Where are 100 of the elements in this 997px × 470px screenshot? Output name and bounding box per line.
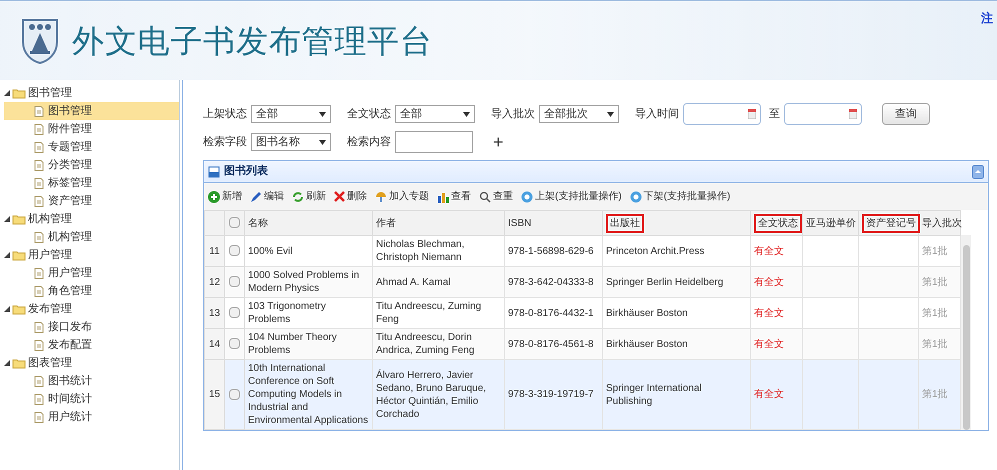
tree-item-label: 发布配置: [48, 338, 92, 353]
tree-item[interactable]: 用户统计: [4, 408, 179, 426]
scrollbar[interactable]: [961, 235, 971, 430]
filter-label: 检索内容: [347, 134, 391, 150]
column-header[interactable]: 资产登记号: [862, 214, 920, 232]
dropdown-arrow-icon[interactable]: [319, 140, 326, 144]
tree-group-label[interactable]: 发布管理: [28, 300, 72, 318]
tree-item[interactable]: 发布配置: [4, 336, 179, 354]
tree-item[interactable]: 用户管理: [4, 264, 179, 282]
plus-icon: [208, 190, 220, 202]
filter-label: 检索字段: [203, 134, 247, 150]
tree-item[interactable]: 标签管理: [4, 174, 179, 192]
tree-group-label[interactable]: 机构管理: [28, 210, 72, 228]
checkbox[interactable]: [229, 388, 240, 400]
dropdown[interactable]: 图书名称: [251, 133, 331, 151]
tree-item[interactable]: 附件管理: [4, 120, 179, 138]
document-icon: [34, 178, 44, 188]
folder-icon: [12, 304, 26, 314]
expanded-arrow-icon[interactable]: [4, 90, 10, 96]
document-icon: [34, 394, 44, 404]
folder-icon: [12, 358, 26, 368]
document-icon: [34, 124, 44, 134]
document-icon: [34, 340, 44, 350]
tree-group-label[interactable]: 用户管理: [28, 246, 72, 264]
row-number: 11: [204, 236, 224, 266]
toolbar-button[interactable]: 编辑: [250, 189, 284, 204]
folder-icon: [12, 88, 26, 98]
tree-item[interactable]: 专题管理: [4, 138, 179, 156]
date-field[interactable]: [683, 103, 761, 125]
table-cell: 978-3-319-19719-7: [504, 360, 602, 430]
dropdown[interactable]: 全部批次: [539, 105, 619, 123]
toolbar-button[interactable]: 加入专题: [375, 189, 429, 204]
filter-label: 上架状态: [203, 106, 247, 122]
toolbar-button[interactable]: 删除: [334, 189, 367, 204]
row-number: 15: [204, 360, 224, 430]
dropdown-arrow-icon[interactable]: [463, 112, 470, 116]
tree-item-label: 图书统计: [48, 374, 92, 389]
tree-item[interactable]: 图书统计: [4, 372, 179, 390]
row-number: 13: [204, 298, 224, 328]
search-content-field[interactable]: [395, 131, 473, 153]
checkbox[interactable]: [229, 245, 240, 256]
checkbox[interactable]: [229, 217, 240, 228]
column-header[interactable]: 出版社: [606, 214, 644, 232]
collapse-icon[interactable]: [972, 164, 984, 178]
expanded-arrow-icon[interactable]: [4, 252, 10, 258]
tree-item[interactable]: 分类管理: [4, 156, 179, 174]
tree-item[interactable]: 接口发布: [4, 318, 179, 336]
tree-item-label: 角色管理: [48, 284, 92, 299]
tree-group-label[interactable]: 图表管理: [28, 354, 72, 372]
document-icon: [34, 286, 44, 296]
tree-item[interactable]: 时间统计: [4, 390, 179, 408]
folder-icon: [12, 214, 26, 224]
tree-group-label[interactable]: 图书管理: [28, 84, 72, 102]
tree-item[interactable]: 图书管理: [4, 102, 179, 120]
tree-item-label: 机构管理: [48, 230, 92, 245]
checkbox[interactable]: [229, 276, 240, 288]
document-icon: [34, 142, 44, 152]
expanded-arrow-icon[interactable]: [4, 360, 10, 366]
expanded-arrow-icon[interactable]: [4, 306, 10, 312]
document-icon: [34, 232, 44, 242]
table-cell: Springer International Publishing: [602, 360, 750, 430]
tree-item[interactable]: 资产管理: [4, 192, 179, 210]
checkbox[interactable]: [229, 307, 240, 318]
toolbar-button[interactable]: 下架(支持批量操作): [630, 189, 730, 204]
checkbox[interactable]: [229, 338, 240, 350]
toolbar-button[interactable]: 新增: [208, 189, 242, 204]
dropdown-arrow-icon[interactable]: [607, 112, 614, 116]
logout-link[interactable]: 注: [981, 9, 993, 27]
dropdown-arrow-icon[interactable]: [319, 112, 326, 116]
dropdown[interactable]: 全部: [395, 105, 475, 123]
dropdown[interactable]: 全部: [251, 105, 331, 123]
toolbar-button[interactable]: 查看: [437, 189, 471, 204]
tree-item-label: 用户统计: [48, 410, 92, 425]
tree-item-label: 时间统计: [48, 392, 92, 407]
column-header[interactable]: 全文状态: [754, 214, 802, 232]
add-condition-button[interactable]: +: [493, 128, 504, 156]
toolbar-button[interactable]: 上架(支持批量操作): [521, 189, 622, 204]
close-icon: [334, 191, 345, 202]
panel-title: 图书列表: [224, 164, 268, 180]
tree-item[interactable]: 机构管理: [4, 228, 179, 246]
column-header[interactable]: 名称: [248, 218, 268, 228]
date-field[interactable]: [784, 103, 862, 125]
tree-item[interactable]: 角色管理: [4, 282, 179, 300]
platform-title: 外文电子书发布管理平台: [72, 22, 433, 60]
column-header[interactable]: 作者: [376, 218, 396, 228]
tree-item-label: 标签管理: [48, 176, 92, 191]
expanded-arrow-icon[interactable]: [4, 216, 10, 222]
toolbar-button[interactable]: 查重: [479, 189, 513, 204]
row-number: 12: [204, 266, 224, 298]
filter-label: 至: [769, 106, 780, 122]
tree-item-label: 用户管理: [48, 266, 92, 281]
table-cell: 有全文: [750, 360, 802, 430]
query-button[interactable]: 查询: [882, 103, 930, 125]
pencil-icon: [250, 190, 262, 202]
document-icon: [34, 106, 44, 116]
document-icon: [34, 322, 44, 332]
toolbar-button[interactable]: 刷新: [292, 189, 326, 204]
calendar-icon[interactable]: [748, 109, 756, 119]
column-header[interactable]: ISBN: [508, 218, 532, 228]
calendar-icon[interactable]: [849, 109, 857, 119]
